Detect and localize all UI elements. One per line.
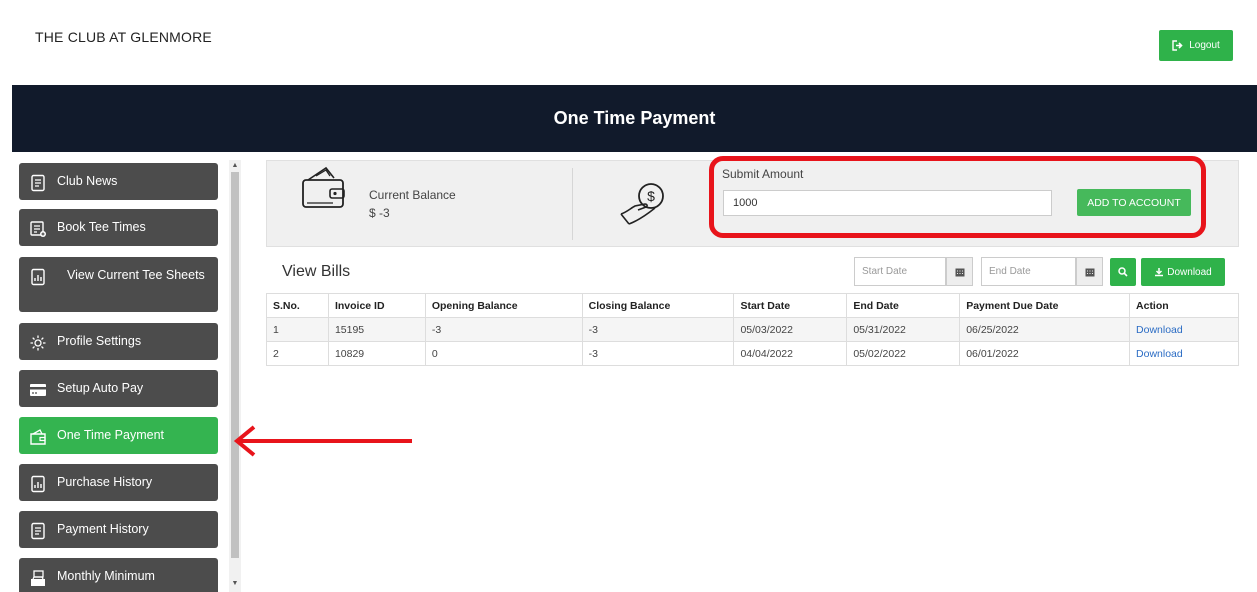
end-date-calendar-button[interactable] [1076,257,1103,286]
sidebar-item-label: Setup Auto Pay [57,381,144,395]
submit-amount-label: Submit Amount [722,167,804,181]
sidebar-item-label: Payment History [57,522,149,536]
download-icon [1155,268,1164,277]
chart-document-icon [31,475,45,493]
column-header: Closing Balance [581,293,735,318]
add-to-account-button[interactable]: ADD TO ACCOUNT [1077,189,1191,216]
logout-label: Logout [1189,40,1220,51]
money-hand-icon: $ [620,183,664,225]
table-row: 1 15195 -3 -3 05/03/2022 05/31/2022 06/2… [266,317,1239,342]
table-cell: 06/25/2022 [959,317,1131,342]
panel-divider [572,168,573,240]
calendar-icon [955,268,964,276]
svg-text:$: $ [647,188,655,204]
sidebar-item-label: Purchase History [57,475,153,489]
bills-table: S.No. Invoice ID Opening Balance Closing… [266,293,1239,366]
scroll-down-icon[interactable]: ▼ [231,580,239,588]
table-cell: 05/03/2022 [733,317,848,342]
table-header-row: S.No. Invoice ID Opening Balance Closing… [266,293,1239,318]
column-header: Payment Due Date [959,293,1131,318]
table-cell: -3 [581,341,735,366]
sidebar-item-label: Monthly Minimum [57,569,155,583]
amount-input[interactable] [723,190,1052,216]
calendar-icon [1085,268,1094,276]
sidebar-item-purchase-history[interactable]: Purchase History [19,464,218,501]
table-cell: -3 [424,317,583,342]
sidebar-item-club-news[interactable]: Club News [19,163,218,200]
sidebar-item-one-time-payment[interactable]: One Time Payment [19,417,218,454]
table-cell: 10829 [327,341,426,366]
credit-card-icon [30,384,46,396]
sidebar-item-label: Book Tee Times [57,220,146,234]
top-bar: THE CLUB AT GLENMORE Logout [0,0,1257,85]
download-label: Download [1167,266,1212,278]
scrollbar-thumb[interactable] [231,172,239,558]
sidebar: Club News Book Tee Times View Current Te… [0,152,245,592]
table-cell: 0 [424,341,583,366]
sidebar-item-view-current-tee-sheets[interactable]: View Current Tee Sheets [19,257,218,312]
sidebar-item-label: Club News [57,174,118,188]
logout-button[interactable]: Logout [1159,30,1233,61]
table-cell-action: Download [1129,317,1239,342]
sidebar-scrollbar[interactable]: ▲ ▼ [229,160,241,592]
sidebar-item-monthly-minimum[interactable]: Monthly Minimum [19,558,218,592]
sidebar-item-profile-settings[interactable]: Profile Settings [19,323,218,360]
column-header: Action [1129,293,1239,318]
table-cell-action: Download [1129,341,1239,366]
sidebar-item-setup-auto-pay[interactable]: Setup Auto Pay [19,370,218,407]
gear-icon [30,335,46,351]
column-header: S.No. [266,293,329,318]
download-button[interactable]: Download [1141,258,1225,286]
cash-register-icon [31,570,45,586]
table-cell: 1 [266,317,329,342]
page-header: One Time Payment [12,85,1257,152]
start-date-input[interactable]: Start Date [854,257,946,286]
table-cell: 05/02/2022 [846,341,961,366]
document-icon [31,174,45,192]
document-icon [31,522,45,540]
current-balance-label: Current Balance [369,188,456,202]
download-link[interactable]: Download [1136,348,1183,360]
sidebar-item-label: View Current Tee Sheets [67,268,205,282]
club-name: THE CLUB AT GLENMORE [35,29,212,45]
table-cell: 15195 [327,317,426,342]
column-header: End Date [846,293,961,318]
logout-icon [1172,40,1183,51]
wallet-icon [30,429,46,445]
sidebar-item-label: One Time Payment [57,428,164,442]
table-row: 2 10829 0 -3 04/04/2022 05/02/2022 06/01… [266,341,1239,366]
table-cell: 06/01/2022 [959,341,1131,366]
start-date-calendar-button[interactable] [946,257,973,286]
current-balance-value: $ -3 [369,206,390,220]
page-title: One Time Payment [553,108,716,128]
red-arrow-annotation [233,425,412,457]
table-cell: 05/31/2022 [846,317,961,342]
sidebar-item-book-tee-times[interactable]: Book Tee Times [19,209,218,246]
sidebar-item-payment-history[interactable]: Payment History [19,511,218,548]
column-header: Invoice ID [327,293,426,318]
column-header: Start Date [733,293,848,318]
search-icon [1118,267,1128,277]
end-date-input[interactable]: End Date [981,257,1076,286]
search-button[interactable] [1110,258,1136,286]
download-link[interactable]: Download [1136,324,1183,336]
table-cell: 2 [266,341,329,366]
wallet-icon [302,166,345,208]
view-bills-title: View Bills [282,263,351,280]
table-cell: 04/04/2022 [733,341,848,366]
sidebar-item-label: Profile Settings [57,334,142,348]
calendar-add-icon [30,221,46,237]
column-header: Opening Balance [424,293,583,318]
scroll-up-icon[interactable]: ▲ [231,162,239,170]
table-cell: -3 [581,317,735,342]
